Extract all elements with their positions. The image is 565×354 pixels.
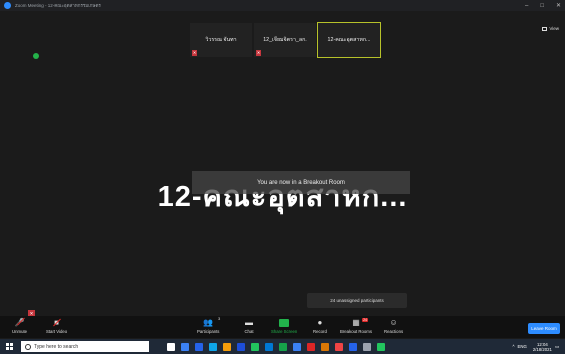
participants-icon: 👥 3 [203,316,221,327]
zoom-logo-icon [4,2,11,9]
share-screen-icon [278,318,290,327]
window-controls: – □ ✕ [525,0,561,11]
participant-tile-active[interactable]: 12-คณะอุตสาหก... [317,22,381,58]
unmute-button[interactable]: 🎤 Unmute [12,317,28,334]
breakout-rooms-button[interactable]: ▦ 24 Breakout Rooms [340,318,372,334]
taskbar-app-icon[interactable] [377,342,385,351]
share-screen-label: Share Screen [271,329,298,334]
window-title: Zoom Meeting - 12-คณะอุตสาหกรรมเกษตร [15,3,101,8]
taskbar-app-icon[interactable] [265,342,273,351]
taskbar-app-icon[interactable] [335,342,343,351]
breakout-badge: 24 [362,318,368,322]
record-button[interactable]: ● Record [313,318,327,334]
windows-taskbar: Type here to search ^ ENG 12:04 2/18/202… [0,339,565,354]
taskbar-app-icon[interactable] [237,342,245,351]
taskbar-app-icon[interactable] [307,342,315,351]
muted-mic-icon: ✕ [192,50,197,56]
participants-count: 3 [217,316,221,321]
taskbar-app-icon[interactable] [293,342,301,351]
chat-button[interactable]: ▬ Chat [243,318,255,334]
participant-strip: วิวรรณ จันทา ✕ 12_เจียมจิตรา_ลก. ✕ 12-คณ… [190,22,381,58]
view-label: View [549,26,559,31]
clock[interactable]: 12:04 2/18/2021 [533,342,552,352]
participant-tile[interactable]: 12_เจียมจิตรา_ลก. ✕ [254,23,316,57]
maximize-button[interactable]: □ [540,3,544,9]
taskbar-app-icon[interactable] [167,342,175,351]
language-indicator[interactable]: ENG [518,344,527,349]
taskbar-app-icon[interactable] [195,342,203,351]
meeting-toolbar: 🎤 Unmute ■ Start Video 👥3 Participants ▬… [0,316,565,338]
participants-button[interactable]: 👥 3 Participants [197,316,221,334]
chat-bubble-icon: ▬ [245,318,253,327]
reactions-icon: ☺ [389,318,398,327]
search-placeholder: Type here to search [34,343,79,350]
taskbar-app-icon[interactable] [279,342,287,351]
unmute-label: Unmute [12,329,28,334]
tray-up-arrow-icon[interactable]: ^ [512,344,514,349]
participant-name: วิวรรณ จันทา [205,37,237,43]
breakout-notice: You are now in a Breakout Room [192,171,410,194]
reactions-button[interactable]: ☺ Reactions [384,318,403,334]
participants-label: Participants [197,329,220,334]
grid-view-icon [542,26,548,31]
taskbar-search-box[interactable]: Type here to search [21,341,149,352]
share-screen-button[interactable]: Share Screen [271,318,297,334]
microphone-muted-icon: 🎤 [14,317,26,327]
clock-date: 2/18/2021 [532,346,552,352]
chat-label: Chat [244,329,254,334]
taskbar-app-icon[interactable] [209,342,217,351]
system-tray: ^ ENG 12:04 2/18/2021 ▭ [512,339,559,354]
taskbar-app-icon[interactable] [251,342,259,351]
start-video-label: Start Video [46,329,68,334]
start-video-button[interactable]: ■ Start Video [46,318,67,334]
taskbar-app-icon[interactable] [181,342,189,351]
meeting-stage: วิวรรณ จันทา ✕ 12_เจียมจิตรา_ลก. ✕ 12-คณ… [0,11,565,316]
participant-name: 12_เจียมจิตรา_ลก. [263,37,307,43]
minimize-button[interactable]: – [525,3,528,9]
breakout-rooms-icon: ▦ 24 [352,318,368,327]
taskbar-app-icon[interactable] [321,342,329,351]
title-bar: Zoom Meeting - 12-คณะอุตสาหกรรมเกษตร – □… [0,0,565,11]
view-button[interactable]: View [542,26,559,31]
taskbar-app-icon[interactable] [363,342,371,351]
search-icon [25,343,31,350]
participant-tile[interactable]: วิวรรณ จันทา ✕ [190,23,252,57]
taskbar-app-icon[interactable] [223,342,231,351]
close-button[interactable]: ✕ [556,2,561,9]
connection-indicator-icon [33,53,39,59]
record-label: Record [313,329,327,334]
windows-start-icon[interactable] [6,343,13,350]
unassigned-participants-notice[interactable]: 24 unassigned participants [307,293,407,308]
video-off-icon: ■ [51,318,63,327]
record-icon: ● [317,318,323,327]
participant-name: 12-คณะอุตสาหก... [327,37,371,43]
leave-room-button[interactable]: Leave Room [528,323,560,334]
reactions-label: Reactions [384,329,404,334]
notifications-icon[interactable]: ▭ [555,344,559,350]
breakout-rooms-label: Breakout Rooms [340,329,373,334]
taskbar-pinned-apps [167,342,385,351]
muted-mic-icon: ✕ [256,50,261,56]
taskbar-app-icon[interactable] [349,342,357,351]
